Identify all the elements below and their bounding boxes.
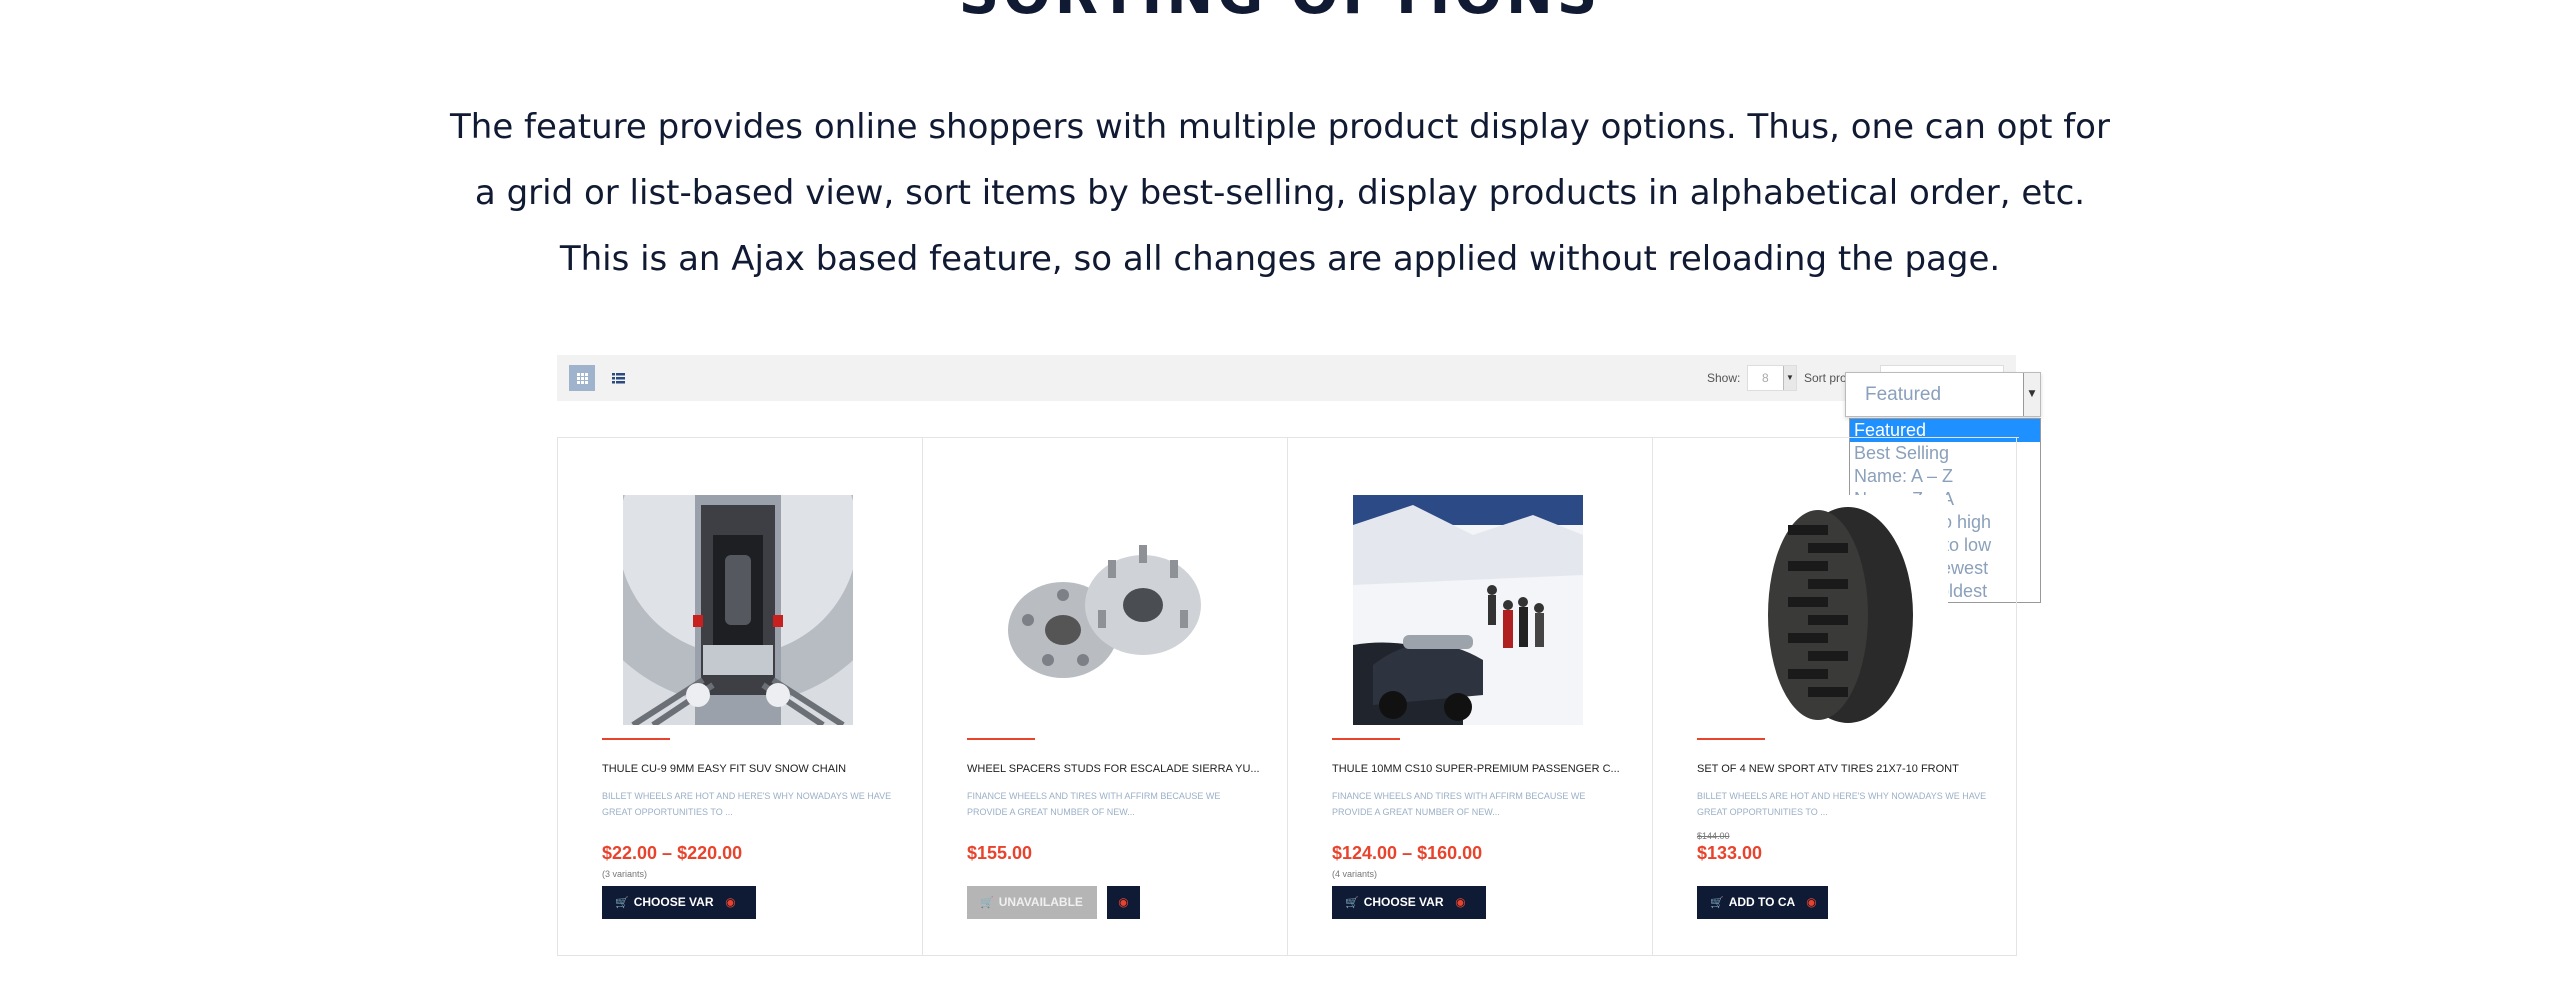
description-line: The feature provides online shoppers wit…: [450, 107, 2110, 147]
title-accent-line: [1332, 738, 1400, 740]
list-view-button[interactable]: [605, 365, 631, 391]
chevron-down-icon: ▼: [1783, 366, 1796, 390]
title-accent-line: [1697, 738, 1765, 740]
eye-icon: ◉: [1806, 895, 1817, 909]
product-description: FINANCE WHEELS AND TIRES WITH AFFIRM BEC…: [1332, 791, 1586, 817]
cart-icon: 🛒: [1345, 897, 1359, 909]
sort-label: Sort pro: [1804, 371, 1847, 385]
quick-view-button[interactable]: ◉: [1444, 886, 1477, 919]
grid-icon: [577, 373, 588, 384]
description-line: a grid or list-based view, sort items by…: [474, 173, 2086, 213]
title-accent-line: [967, 738, 1035, 740]
list-icon: [612, 373, 625, 384]
quick-view-button[interactable]: ◉: [714, 886, 747, 919]
product-price: $133.00: [1697, 843, 1763, 863]
show-label: Show:: [1707, 371, 1741, 385]
product-title[interactable]: THULE CU-9 9MM EASY FIT SUV SNOW CHAIN: [602, 763, 902, 775]
product-card: SET OF 4 NEW SPORT ATV TIRES 21X7-10 FRO…: [1652, 438, 2017, 956]
product-price: $124.00 – $160.00: [1332, 843, 1483, 863]
chevron-down-icon: ▼: [2023, 373, 2040, 416]
unavailable-button: 🛒 UNAVAILABLE: [967, 886, 1097, 919]
cart-icon: 🛒: [980, 897, 994, 909]
cart-icon: 🛒: [615, 897, 629, 909]
product-image-wheel-spacers[interactable]: [988, 495, 1218, 725]
cart-icon: 🛒: [1710, 897, 1724, 909]
eye-icon: ◉: [725, 895, 736, 909]
product-title[interactable]: SET OF 4 NEW SPORT ATV TIRES 21X7-10 FRO…: [1697, 763, 1997, 775]
product-price: $155.00: [967, 843, 1033, 863]
grid-view-button[interactable]: [569, 365, 595, 391]
product-description: BILLET WHEELS ARE HOT AND HERE'S WHY NOW…: [602, 791, 892, 817]
section-description: The feature provides online shoppers wit…: [400, 94, 2160, 292]
title-accent-line: [602, 738, 670, 740]
section-heading: SORTING OPTIONS: [0, 0, 2560, 27]
show-per-page-select[interactable]: 8 ▼: [1747, 365, 1797, 391]
product-variants-count: (3 variants): [602, 869, 648, 879]
quick-view-button[interactable]: ◉: [1795, 886, 1828, 919]
eye-icon: ◉: [1118, 895, 1129, 909]
product-card: THULE 10MM CS10 SUPER-PREMIUM PASSENGER …: [1287, 438, 1652, 956]
description-line: This is an Ajax based feature, so all ch…: [559, 239, 2001, 279]
product-image-snow-chain[interactable]: [623, 495, 853, 725]
eye-icon: ◉: [1455, 895, 1466, 909]
sort-by-value: Featured: [1865, 384, 1942, 405]
product-image-atv-tire[interactable]: [1718, 495, 1948, 725]
quick-view-button[interactable]: ◉: [1107, 886, 1140, 919]
product-grid: THULE CU-9 9MM EASY FIT SUV SNOW CHAIN B…: [557, 437, 2019, 958]
product-card: THULE CU-9 9MM EASY FIT SUV SNOW CHAIN B…: [557, 438, 922, 956]
collection-toolbar: Show: 8 ▼ Sort pro: [557, 355, 2016, 401]
show-per-page-value: 8: [1762, 371, 1769, 385]
product-variants-count: (4 variants): [1332, 869, 1378, 879]
product-description: BILLET WHEELS ARE HOT AND HERE'S WHY NOW…: [1697, 791, 1987, 817]
sort-by-select[interactable]: Featured ▼: [1845, 372, 2041, 417]
button-label: UNAVAILABLE: [998, 895, 1083, 909]
product-compare-price: $144.00: [1697, 831, 1730, 841]
product-title[interactable]: THULE 10MM CS10 SUPER-PREMIUM PASSENGER …: [1332, 763, 1632, 775]
product-title[interactable]: WHEEL SPACERS STUDS FOR ESCALADE SIERRA …: [967, 763, 1267, 775]
product-image-snow-car[interactable]: [1353, 495, 1583, 725]
product-description: FINANCE WHEELS AND TIRES WITH AFFIRM BEC…: [967, 791, 1221, 817]
product-price: $22.00 – $220.00: [602, 843, 743, 863]
product-card: WHEEL SPACERS STUDS FOR ESCALADE SIERRA …: [922, 438, 1287, 956]
